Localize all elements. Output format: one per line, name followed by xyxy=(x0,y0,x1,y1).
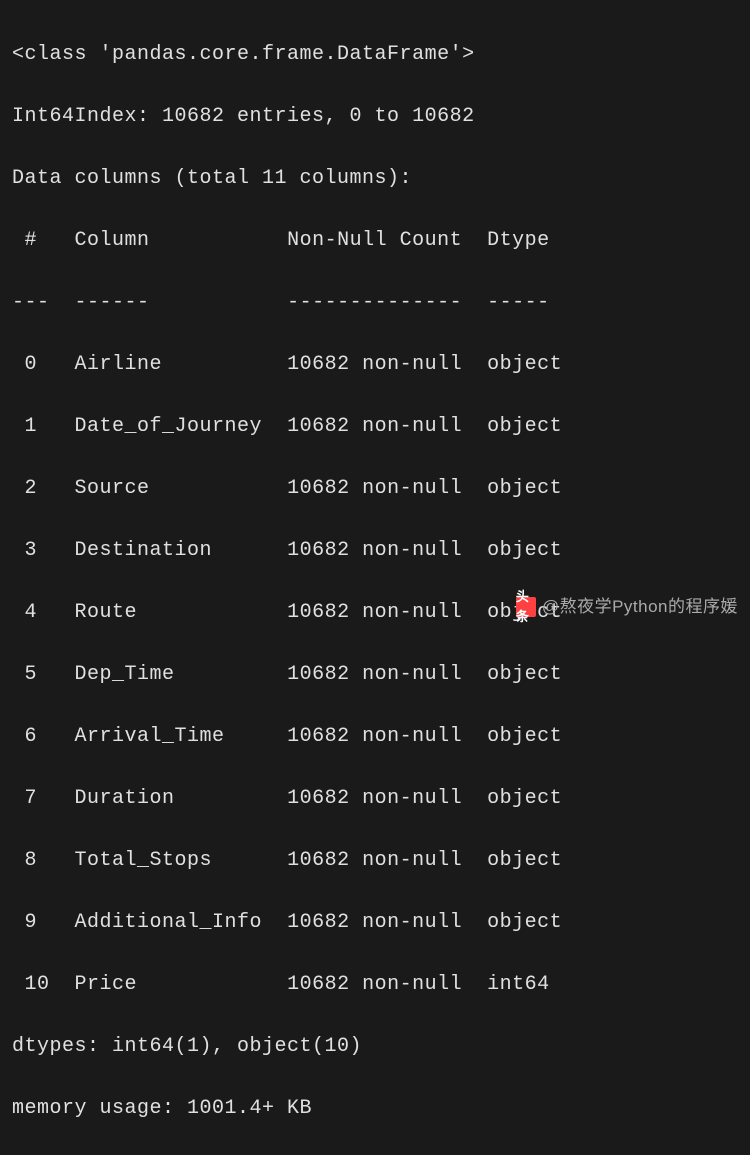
table-row: 6 Arrival_Time 10682 non-null object xyxy=(12,721,738,752)
cell-nonnull: 10682 non-null xyxy=(287,725,462,748)
class-line: <class 'pandas.core.frame.DataFrame'> xyxy=(12,39,738,70)
divider-column: ------ xyxy=(75,291,263,314)
cell-nonnull: 10682 non-null xyxy=(287,477,462,500)
header-nonnull: Non-Null Count xyxy=(287,229,462,252)
cell-num: 3 xyxy=(12,539,50,562)
cell-column: Total_Stops xyxy=(75,849,263,872)
cell-dtype: object xyxy=(487,539,562,562)
terminal-output: <class 'pandas.core.frame.DataFrame'> In… xyxy=(12,8,738,1155)
table-header-row: # Column Non-Null Count Dtype xyxy=(12,225,738,256)
watermark: 头条 @熬夜学Python的程序媛 xyxy=(516,594,738,620)
table-row: 5 Dep_Time 10682 non-null object xyxy=(12,659,738,690)
divider-nonnull: -------------- xyxy=(287,291,462,314)
divider-num: --- xyxy=(12,291,50,314)
cell-nonnull: 10682 non-null xyxy=(287,601,462,624)
watermark-logo-icon: 头条 xyxy=(516,597,536,617)
cell-dtype: int64 xyxy=(487,973,562,996)
table-row: 7 Duration 10682 non-null object xyxy=(12,783,738,814)
cell-num: 4 xyxy=(12,601,50,624)
cell-nonnull: 10682 non-null xyxy=(287,539,462,562)
cell-num: 7 xyxy=(12,787,50,810)
cell-dtype: object xyxy=(487,849,562,872)
memory-line: memory usage: 1001.4+ KB xyxy=(12,1093,738,1124)
divider-row: --- ------ -------------- ----- xyxy=(12,287,738,318)
header-dtype: Dtype xyxy=(487,229,562,252)
header-column: Column xyxy=(75,229,263,252)
table-row: 3 Destination 10682 non-null object xyxy=(12,535,738,566)
dtypes-line: dtypes: int64(1), object(10) xyxy=(12,1031,738,1062)
cell-num: 5 xyxy=(12,663,50,686)
table-row: 9 Additional_Info 10682 non-null object xyxy=(12,907,738,938)
watermark-text: @熬夜学Python的程序媛 xyxy=(542,594,738,620)
cell-column: Route xyxy=(75,601,263,624)
cell-nonnull: 10682 non-null xyxy=(287,663,462,686)
cell-column: Additional_Info xyxy=(75,911,263,934)
cell-nonnull: 10682 non-null xyxy=(287,973,462,996)
divider-dtype: ----- xyxy=(487,291,562,314)
cell-num: 8 xyxy=(12,849,50,872)
cell-nonnull: 10682 non-null xyxy=(287,849,462,872)
columns-summary-line: Data columns (total 11 columns): xyxy=(12,163,738,194)
cell-column: Price xyxy=(75,973,263,996)
cell-column: Arrival_Time xyxy=(75,725,263,748)
cell-num: 6 xyxy=(12,725,50,748)
cell-column: Duration xyxy=(75,787,263,810)
cell-column: Airline xyxy=(75,353,263,376)
cell-dtype: object xyxy=(487,911,562,934)
cell-dtype: object xyxy=(487,725,562,748)
cell-dtype: object xyxy=(487,353,562,376)
cell-column: Destination xyxy=(75,539,263,562)
cell-num: 0 xyxy=(12,353,50,376)
cell-dtype: object xyxy=(487,415,562,438)
cell-column: Dep_Time xyxy=(75,663,263,686)
table-row: 8 Total_Stops 10682 non-null object xyxy=(12,845,738,876)
index-line: Int64Index: 10682 entries, 0 to 10682 xyxy=(12,101,738,132)
table-row: 10 Price 10682 non-null int64 xyxy=(12,969,738,1000)
cell-num: 2 xyxy=(12,477,50,500)
table-row: 1 Date_of_Journey 10682 non-null object xyxy=(12,411,738,442)
cell-dtype: object xyxy=(487,787,562,810)
cell-nonnull: 10682 non-null xyxy=(287,415,462,438)
cell-num: 9 xyxy=(12,911,50,934)
cell-nonnull: 10682 non-null xyxy=(287,787,462,810)
cell-column: Date_of_Journey xyxy=(75,415,263,438)
cell-dtype: object xyxy=(487,477,562,500)
cell-dtype: object xyxy=(487,663,562,686)
table-row: 0 Airline 10682 non-null object xyxy=(12,349,738,380)
cell-nonnull: 10682 non-null xyxy=(287,911,462,934)
cell-column: Source xyxy=(75,477,263,500)
table-row: 2 Source 10682 non-null object xyxy=(12,473,738,504)
cell-num: 10 xyxy=(12,973,50,996)
cell-nonnull: 10682 non-null xyxy=(287,353,462,376)
header-num: # xyxy=(12,229,50,252)
cell-num: 1 xyxy=(12,415,50,438)
